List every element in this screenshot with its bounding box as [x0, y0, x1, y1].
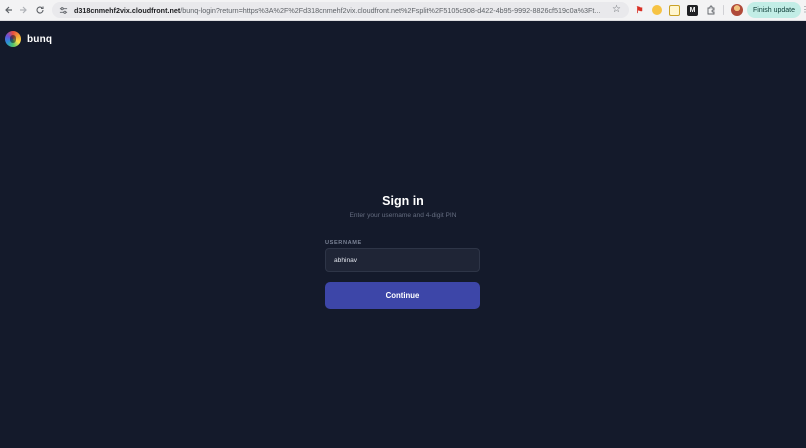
browser-toolbar: d318cnmehf2vix.cloudfront.net /bunq-logi… [0, 0, 806, 21]
brand[interactable]: bunq [5, 31, 52, 47]
browser-menu-icon[interactable]: ⋮ [801, 5, 806, 14]
brand-name: bunq [27, 33, 53, 45]
extension-smiley-icon[interactable] [652, 5, 662, 15]
extension-red-icon[interactable]: ⚑ [634, 5, 645, 16]
extensions-puzzle-icon[interactable] [705, 5, 716, 16]
page-title: Sign in [382, 194, 424, 208]
page-subtitle: Enter your username and 4-digit PIN [349, 212, 457, 219]
extensions-area: ⚑ M [634, 2, 743, 18]
url-host: d318cnmehf2vix.cloudfront.net [74, 5, 181, 15]
extension-panel-icon[interactable] [669, 4, 680, 16]
reload-icon[interactable] [31, 1, 49, 19]
continue-button[interactable]: Continue [325, 282, 480, 309]
site-info-icon[interactable] [58, 5, 68, 15]
url-path: /bunq-login?return=https%3A%2F%2Fd318cnm… [180, 5, 601, 15]
app-page: bunq Sign in Enter your username and 4-d… [0, 21, 806, 448]
forward-icon[interactable] [14, 1, 32, 19]
username-input[interactable] [325, 248, 480, 272]
username-label: USERNAME [325, 240, 362, 246]
profile-avatar[interactable] [731, 4, 743, 16]
address-bar[interactable]: d318cnmehf2vix.cloudfront.net /bunq-logi… [52, 2, 629, 18]
bookmark-star-icon[interactable]: ☆ [612, 4, 621, 15]
extension-m-icon[interactable]: M [687, 4, 698, 16]
separator [723, 5, 724, 15]
finish-update-button[interactable]: Finish update [747, 2, 801, 18]
bunq-logo-icon [5, 31, 21, 47]
